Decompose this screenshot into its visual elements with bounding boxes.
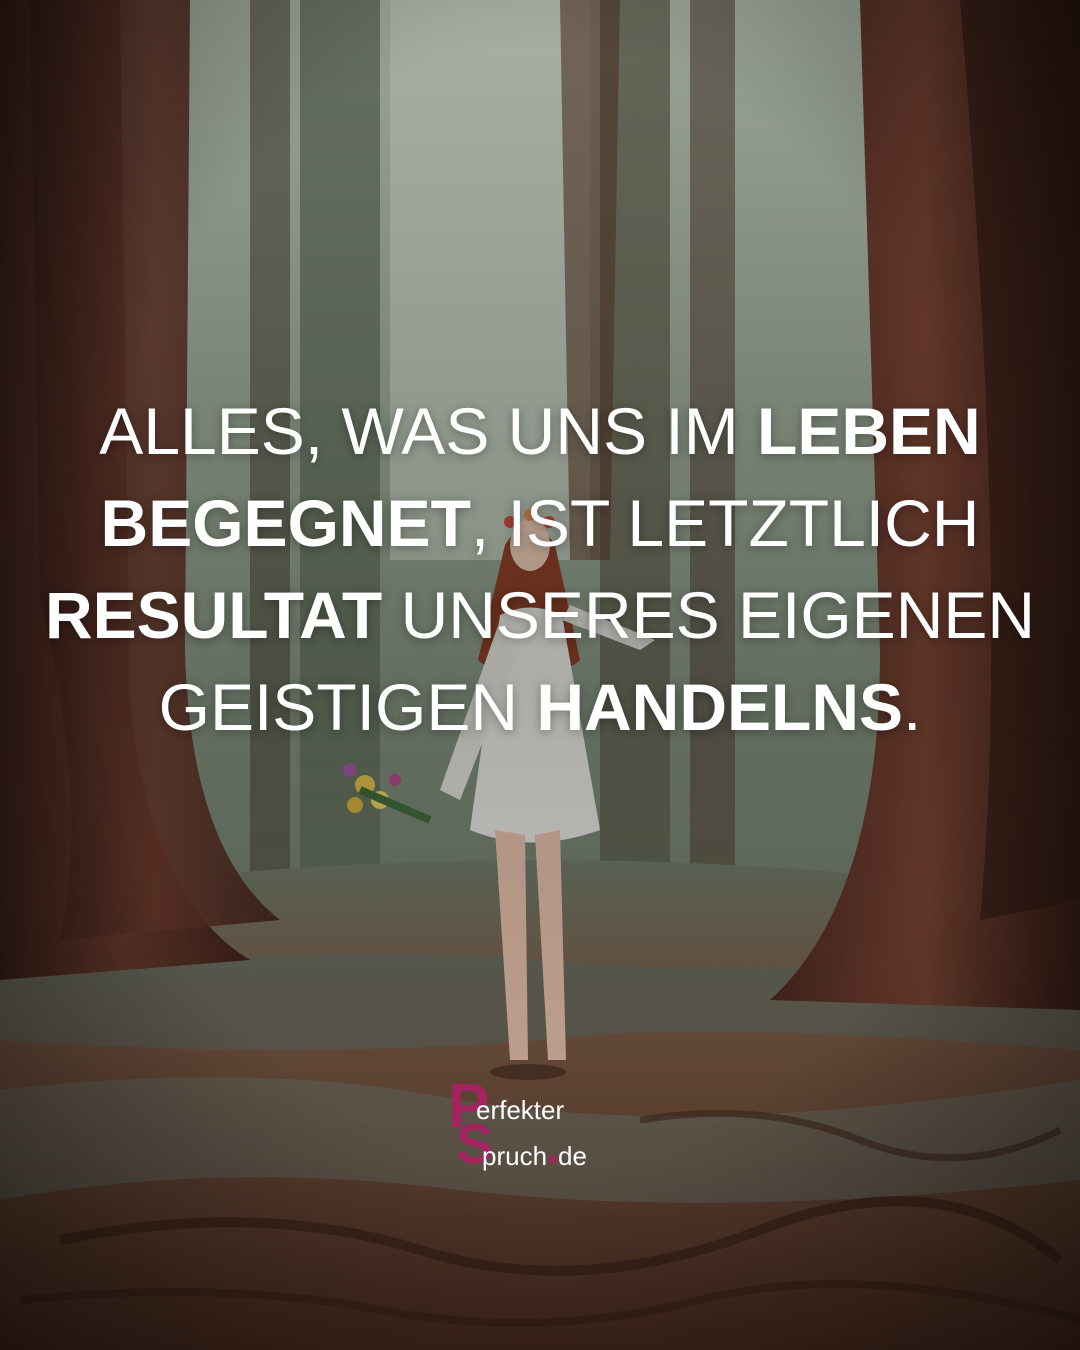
- perfekter-spruch-logo: P S erfekter pruch de: [448, 1076, 648, 1172]
- quote-segment-emphasis: RESULTAT: [44, 578, 383, 652]
- logo-word-bottom-a: pruch: [482, 1141, 548, 1171]
- logo-word-top: erfekter: [476, 1095, 565, 1125]
- quote-line-2: BEGEGNET, IST LETZTLICH: [0, 477, 1080, 569]
- quote-line-3: RESULTAT UNSERES EIGENEN: [0, 569, 1080, 661]
- quote-card: ALLES, WAS UNS IM LEBEN BEGEGNET, IST LE…: [0, 0, 1080, 1350]
- quote-segment-emphasis: HANDELNS: [536, 670, 904, 744]
- logo-word-bottom-b: de: [558, 1141, 587, 1171]
- quote-segment: , IST LETZTLICH: [470, 486, 980, 560]
- quote-segment-emphasis: LEBEN: [757, 394, 981, 468]
- logo-word-bottom: pruch de: [482, 1142, 587, 1170]
- quote-segment-emphasis: BEGEGNET: [100, 486, 471, 560]
- quote-line-4: GEISTIGEN HANDELNS.: [0, 661, 1080, 753]
- logo-dot-icon: [549, 1155, 558, 1163]
- quote-segment: .: [903, 670, 922, 744]
- quote-text: ALLES, WAS UNS IM LEBEN BEGEGNET, IST LE…: [0, 385, 1080, 753]
- quote-segment: ALLES, WAS UNS IM: [99, 394, 758, 468]
- quote-line-1: ALLES, WAS UNS IM LEBEN: [0, 385, 1080, 477]
- quote-segment: GEISTIGEN: [158, 670, 537, 744]
- quote-segment: UNSERES EIGENEN: [382, 578, 1036, 652]
